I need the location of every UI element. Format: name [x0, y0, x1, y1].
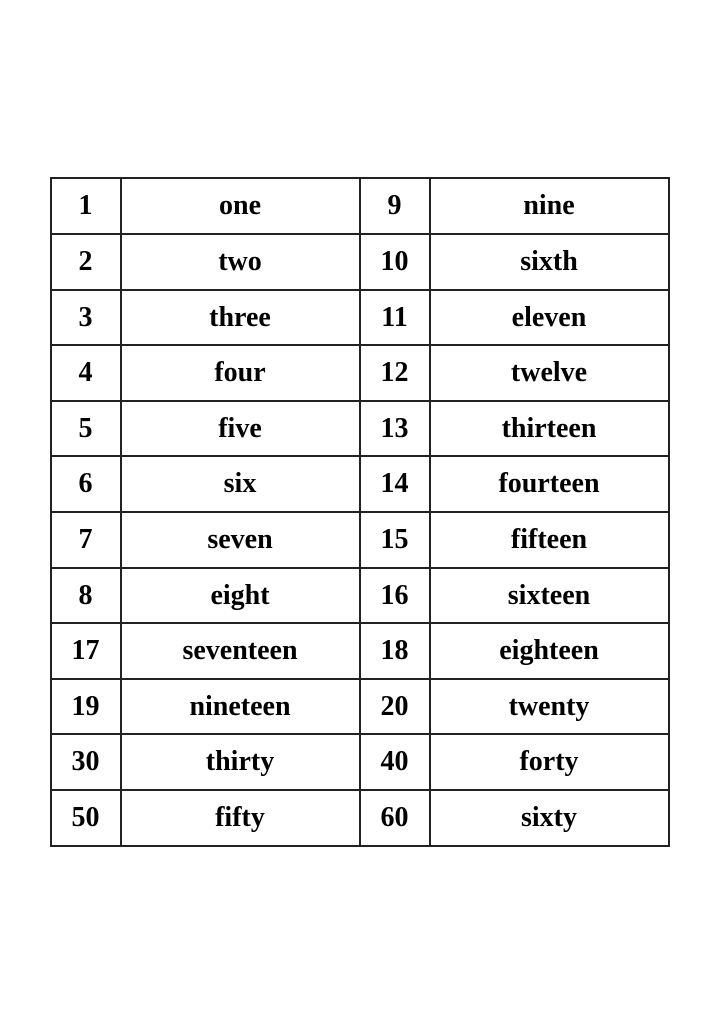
number-cell: 3: [51, 290, 121, 346]
word-cell: thirteen: [430, 401, 669, 457]
word-cell: four: [121, 345, 360, 401]
word-cell: seven: [121, 512, 360, 568]
number-cell: 1: [51, 178, 121, 234]
word-cell: five: [121, 401, 360, 457]
word-cell: sixth: [430, 234, 669, 290]
number-cell: 50: [51, 790, 121, 846]
number-cell: 30: [51, 734, 121, 790]
table-row: 3three11eleven: [51, 290, 669, 346]
page-wrapper: 1one9nine2two10sixth3three11eleven4four1…: [30, 157, 690, 866]
table-row: 4four12twelve: [51, 345, 669, 401]
number-cell: 11: [360, 290, 430, 346]
number-cell: 18: [360, 623, 430, 679]
table-row: 30thirty40forty: [51, 734, 669, 790]
word-cell: fourteen: [430, 456, 669, 512]
word-cell: three: [121, 290, 360, 346]
number-cell: 7: [51, 512, 121, 568]
table-row: 2two10sixth: [51, 234, 669, 290]
numbers-table: 1one9nine2two10sixth3three11eleven4four1…: [50, 177, 670, 846]
number-cell: 40: [360, 734, 430, 790]
number-cell: 15: [360, 512, 430, 568]
word-cell: seventeen: [121, 623, 360, 679]
word-cell: forty: [430, 734, 669, 790]
number-cell: 8: [51, 568, 121, 624]
table-row: 17seventeen18eighteen: [51, 623, 669, 679]
number-cell: 19: [51, 679, 121, 735]
table-row: 50fifty60sixty: [51, 790, 669, 846]
word-cell: twelve: [430, 345, 669, 401]
table-row: 8eight16sixteen: [51, 568, 669, 624]
word-cell: eight: [121, 568, 360, 624]
word-cell: eighteen: [430, 623, 669, 679]
number-cell: 60: [360, 790, 430, 846]
word-cell: sixteen: [430, 568, 669, 624]
number-cell: 14: [360, 456, 430, 512]
number-cell: 20: [360, 679, 430, 735]
word-cell: two: [121, 234, 360, 290]
table-row: 7seven15fifteen: [51, 512, 669, 568]
number-cell: 10: [360, 234, 430, 290]
number-cell: 12: [360, 345, 430, 401]
table-row: 19nineteen20twenty: [51, 679, 669, 735]
word-cell: nineteen: [121, 679, 360, 735]
number-cell: 5: [51, 401, 121, 457]
number-cell: 9: [360, 178, 430, 234]
number-cell: 6: [51, 456, 121, 512]
word-cell: fifteen: [430, 512, 669, 568]
word-cell: six: [121, 456, 360, 512]
number-cell: 4: [51, 345, 121, 401]
table-row: 1one9nine: [51, 178, 669, 234]
word-cell: nine: [430, 178, 669, 234]
word-cell: fifty: [121, 790, 360, 846]
number-cell: 17: [51, 623, 121, 679]
word-cell: twenty: [430, 679, 669, 735]
word-cell: eleven: [430, 290, 669, 346]
number-cell: 16: [360, 568, 430, 624]
number-cell: 2: [51, 234, 121, 290]
word-cell: thirty: [121, 734, 360, 790]
table-row: 5five13thirteen: [51, 401, 669, 457]
word-cell: sixty: [430, 790, 669, 846]
number-cell: 13: [360, 401, 430, 457]
table-row: 6six14fourteen: [51, 456, 669, 512]
word-cell: one: [121, 178, 360, 234]
